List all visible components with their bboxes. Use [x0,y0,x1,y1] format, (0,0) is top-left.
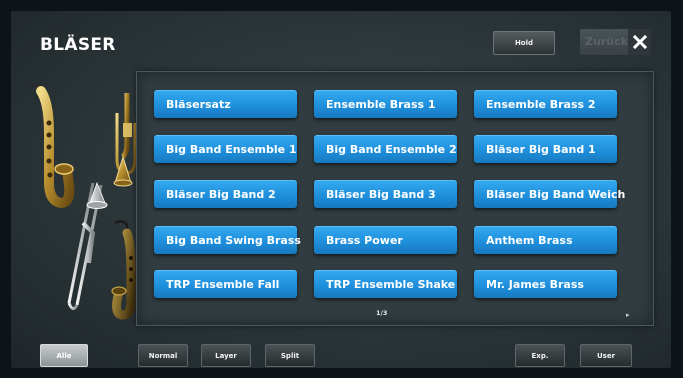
tenor-saxophone-icon [111,220,136,320]
trombone-icon [67,181,108,310]
filter-all-button[interactable]: Alle [40,344,88,367]
page-title: BLÄSER [40,35,116,55]
back-label: Zurück [585,35,628,48]
sound-button-ensemble-brass-1[interactable]: Ensemble Brass 1 [314,90,457,118]
sound-button-mr-james-brass[interactable]: Mr. James Brass [474,270,617,298]
sound-button-blaeser-big-band-weich[interactable]: Bläser Big Band Weich [474,180,625,208]
layer-button[interactable]: Layer [201,344,251,367]
hold-button[interactable]: Hold [493,31,555,55]
saxophone-icon [29,83,75,209]
sound-button-blaeser-big-band-2[interactable]: Bläser Big Band 2 [154,180,297,208]
exp-button[interactable]: Exp. [515,344,565,367]
sound-button-big-band-swing-brass[interactable]: Big Band Swing Brass [154,226,301,254]
split-button[interactable]: Split [265,344,315,367]
sound-button-ensemble-brass-2[interactable]: Ensemble Brass 2 [474,90,617,118]
brass-instruments-image [29,83,137,320]
trumpet-icon [113,93,137,187]
sound-button-big-band-ensemble-2[interactable]: Big Band Ensemble 2 [314,135,457,163]
sound-button-anthem-brass[interactable]: Anthem Brass [474,226,617,254]
sound-button-blaesersatz[interactable]: Bläsersatz [154,90,297,118]
back-button[interactable]: Zurück [580,29,651,55]
sound-button-big-band-ensemble-1[interactable]: Big Band Ensemble 1 [154,135,297,163]
next-page-arrow-icon[interactable]: ▸ [626,311,630,319]
page-indicator: 1/3 [376,309,388,317]
user-button[interactable]: User [580,344,632,367]
sound-button-brass-power[interactable]: Brass Power [314,226,457,254]
screen: BLÄSER Hold Zurück Bläsersatz Ensemble B… [11,11,671,368]
close-icon[interactable] [628,29,651,55]
sound-button-trp-ensemble-fall[interactable]: TRP Ensemble Fall [154,270,297,298]
sound-button-trp-ensemble-shake[interactable]: TRP Ensemble Shake [314,270,457,298]
normal-button[interactable]: Normal [138,344,188,367]
sound-button-blaeser-big-band-1[interactable]: Bläser Big Band 1 [474,135,617,163]
sound-button-blaeser-big-band-3[interactable]: Bläser Big Band 3 [314,180,457,208]
